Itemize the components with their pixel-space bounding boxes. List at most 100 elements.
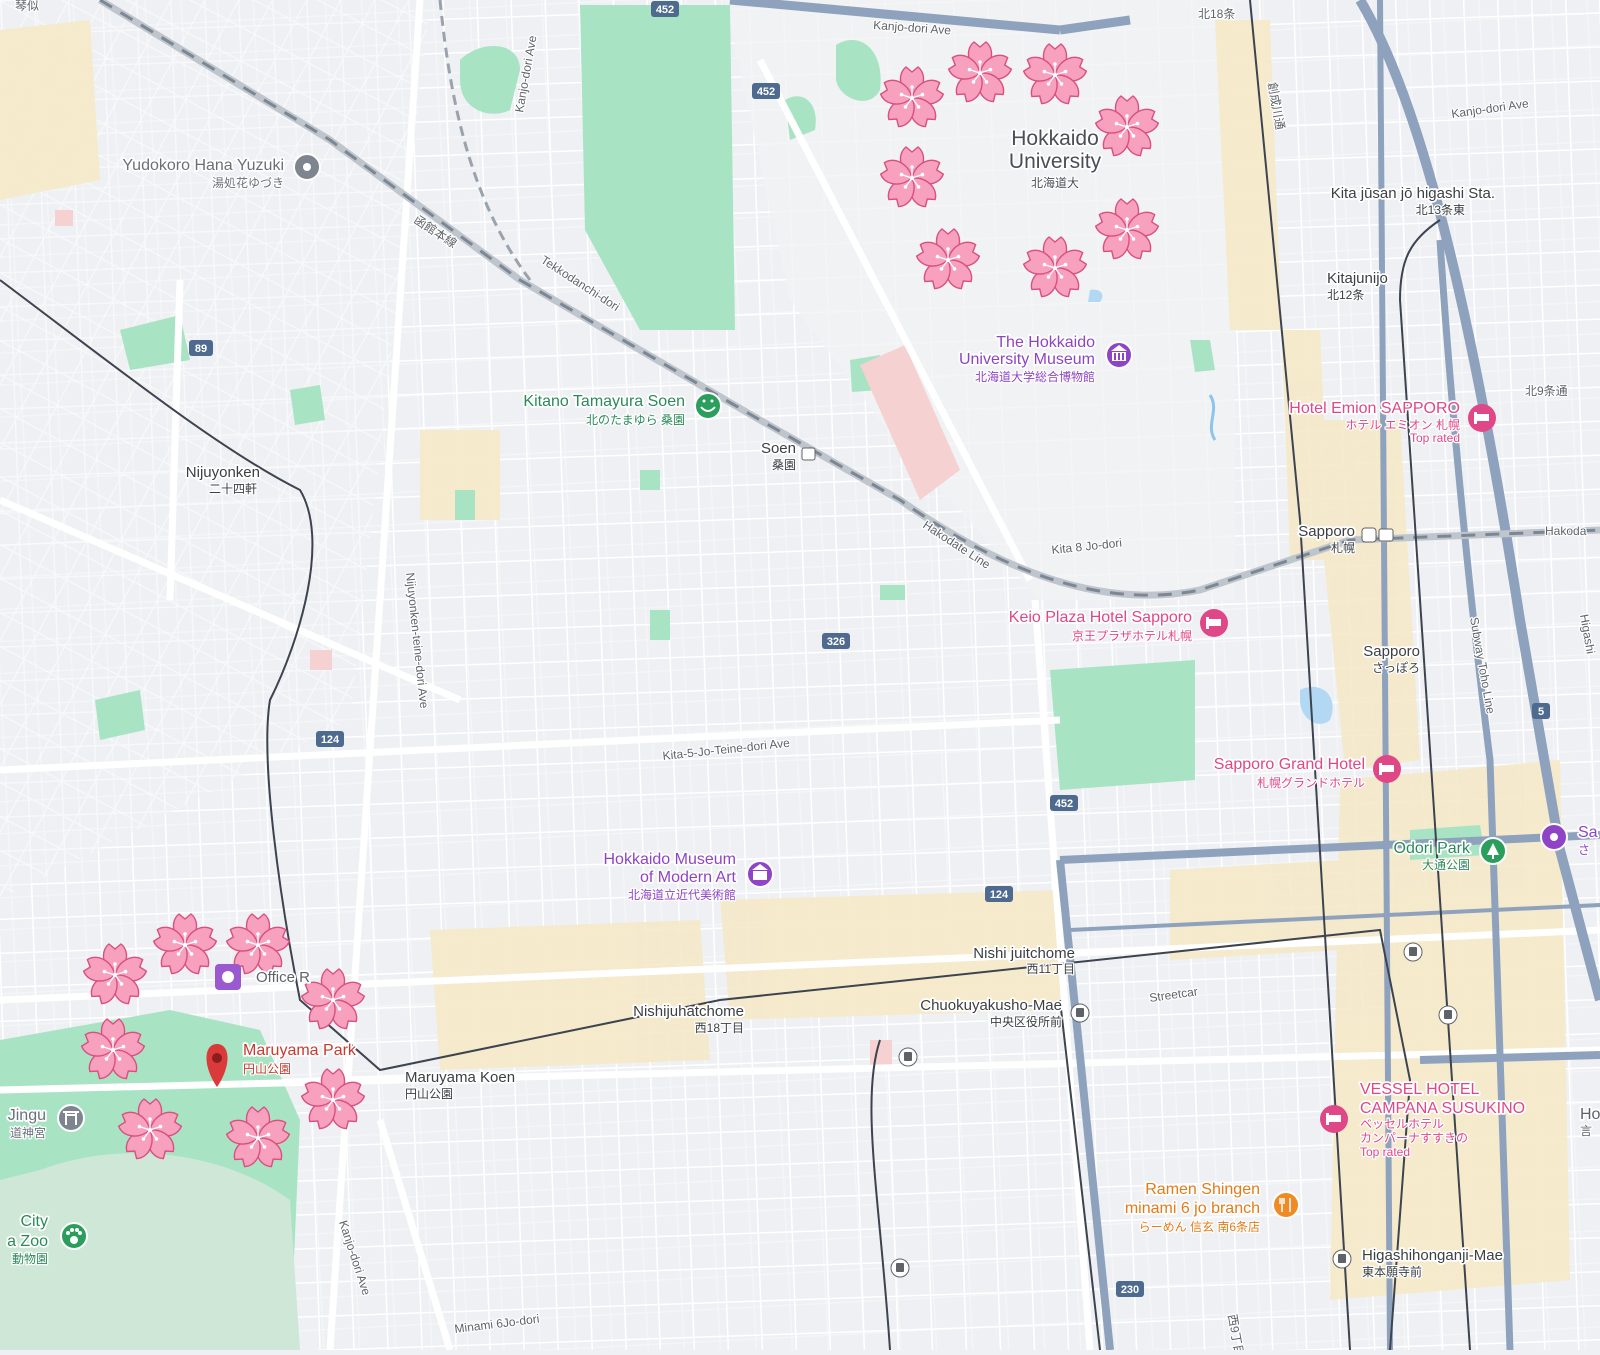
svg-text:452: 452 [656, 4, 674, 16]
svg-text:CAMPANA SUSUKINO: CAMPANA SUSUKINO [1360, 1100, 1525, 1117]
street-label: 北9条通 [1525, 384, 1568, 398]
svg-text:Nishijuhatchome: Nishijuhatchome [633, 1003, 744, 1020]
tram-icon[interactable] [1070, 1003, 1090, 1023]
route-shield: 5 [1532, 703, 1550, 719]
street-label: 琴似 [15, 0, 39, 13]
svg-text:Kita jūsan jō higashi Sta.: Kita jūsan jō higashi Sta. [1331, 185, 1495, 202]
top-rated-badge: Top rated [1360, 1145, 1410, 1159]
svg-text:VESSEL HOTEL: VESSEL HOTEL [1360, 1081, 1480, 1098]
svg-text:Hotel Emion SAPPORO: Hotel Emion SAPPORO [1289, 400, 1460, 417]
map-canvas[interactable]: 452 452 89 326 124 452 124 5 230 Kanjo-d… [0, 0, 1600, 1355]
svg-text:Odori Park: Odori Park [1394, 840, 1471, 857]
svg-text:西11丁目: 西11丁目 [1027, 962, 1075, 976]
svg-text:東本願寺前: 東本願寺前 [1362, 1264, 1422, 1279]
svg-text:University Museum: University Museum [959, 351, 1095, 368]
svg-text:326: 326 [827, 636, 845, 648]
svg-text:動物園: 動物園 [12, 1252, 48, 1266]
svg-text:ホテル エミオン 札幌: ホテル エミオン 札幌 [1345, 417, 1460, 432]
svg-text:カンパーナすすきの: カンパーナすすきの [1360, 1131, 1468, 1145]
street-label: 北18条 [1198, 7, 1235, 21]
tram-icon[interactable] [890, 1258, 910, 1278]
svg-text:北12条: 北12条 [1327, 288, 1364, 302]
route-shield: 124 [985, 886, 1013, 902]
tram-icon[interactable] [1438, 1005, 1458, 1025]
svg-text:言: 言 [1580, 1124, 1592, 1138]
hotel-icon[interactable] [1468, 404, 1496, 432]
svg-text:Hokkaido Museum: Hokkaido Museum [604, 851, 737, 868]
svg-text:Jingu: Jingu [8, 1107, 46, 1124]
svg-text:Maruyama Park: Maruyama Park [243, 1042, 357, 1059]
svg-text:札幌: 札幌 [1331, 540, 1355, 555]
hotel-icon[interactable] [1200, 609, 1228, 637]
route-shield: 452 [651, 1, 679, 17]
svg-text:大通公園: 大通公園 [1422, 858, 1470, 872]
svg-text:札幌グランドホテル: 札幌グランドホテル [1257, 775, 1365, 790]
place-name-jp: 北海道大 [1031, 175, 1079, 190]
map-view[interactable]: 452 452 89 326 124 452 124 5 230 Kanjo-d… [0, 0, 1600, 1355]
svg-text:ベッセルホテル: ベッセルホテル [1360, 1117, 1444, 1131]
station-sapporo-subway[interactable]: Sapporo さっぽろ [1362, 641, 1422, 676]
svg-text:さ: さ [1578, 843, 1590, 857]
svg-text:Sapporo: Sapporo [1363, 643, 1420, 660]
restaurant-icon[interactable] [1272, 1191, 1300, 1219]
svg-text:西18丁目: 西18丁目 [695, 1021, 744, 1035]
route-shield: 326 [822, 633, 850, 649]
svg-text:230: 230 [1121, 1284, 1139, 1296]
svg-text:Chuokuyakusho-Mae: Chuokuyakusho-Mae [920, 997, 1062, 1014]
svg-text:City: City [20, 1213, 48, 1230]
tram-icon[interactable] [898, 1047, 918, 1067]
svg-text:452: 452 [757, 86, 775, 98]
route-shield: 230 [1116, 1281, 1144, 1297]
tram-icon[interactable] [1403, 942, 1423, 962]
place-name: University [1009, 150, 1102, 173]
svg-text:北海道立近代美術館: 北海道立近代美術館 [628, 887, 736, 902]
svg-text:らーめん 信玄 南6条店: らーめん 信玄 南6条店 [1139, 1219, 1260, 1234]
svg-text:Keio Plaza Hotel Sapporo: Keio Plaza Hotel Sapporo [1009, 609, 1192, 626]
route-shield: 452 [752, 83, 780, 99]
svg-text:Sa: Sa [1578, 824, 1598, 841]
svg-text:Kitano Tamayura Soen: Kitano Tamayura Soen [523, 393, 685, 410]
svg-text:湯処花ゆづき: 湯処花ゆづき [212, 175, 284, 190]
svg-text:円山公園: 円山公園 [243, 1062, 291, 1076]
street-label: Hakoda [1545, 524, 1587, 538]
svg-text:円山公園: 円山公園 [405, 1087, 453, 1101]
svg-text:京王プラザホテル札幌: 京王プラザホテル札幌 [1072, 628, 1192, 643]
attraction-icon[interactable] [1540, 823, 1568, 851]
svg-text:北13条東: 北13条東 [1416, 203, 1465, 217]
museum-icon[interactable] [746, 860, 774, 888]
svg-text:The Hokkaido: The Hokkaido [996, 334, 1095, 351]
svg-text:Soen: Soen [761, 440, 796, 457]
route-shield: 89 [189, 340, 213, 356]
tram-icon[interactable] [1332, 1249, 1352, 1269]
svg-text:北海道大学総合博物館: 北海道大学総合博物館 [975, 369, 1095, 384]
office-icon[interactable] [215, 964, 241, 990]
svg-text:北のたまゆら 桑園: 北のたまゆら 桑園 [586, 413, 685, 427]
museum-icon[interactable] [1105, 341, 1133, 369]
spa-icon[interactable] [694, 392, 722, 420]
svg-text:Sapporo: Sapporo [1298, 523, 1355, 540]
svg-text:二十四軒: 二十四軒 [209, 482, 257, 496]
route-shield: 452 [1050, 795, 1078, 811]
svg-text:Ho: Ho [1580, 1106, 1600, 1123]
svg-text:Office R: Office R [256, 969, 310, 986]
svg-text:89: 89 [195, 343, 207, 355]
hotel-icon[interactable] [1320, 1105, 1348, 1133]
train-icon[interactable] [801, 447, 816, 461]
svg-text:5: 5 [1538, 706, 1544, 718]
svg-text:452: 452 [1055, 798, 1073, 810]
svg-text:minami 6 jo branch: minami 6 jo branch [1125, 1200, 1260, 1217]
tree-icon[interactable] [1479, 837, 1507, 865]
svg-text:124: 124 [321, 734, 340, 746]
svg-text:124: 124 [990, 889, 1009, 901]
svg-text:Kitajunijo: Kitajunijo [1327, 270, 1388, 287]
svg-text:a Zoo: a Zoo [7, 1233, 48, 1250]
paw-icon[interactable] [60, 1222, 88, 1250]
place-name: Hokkaido [1011, 127, 1099, 150]
route-shield: 124 [316, 731, 344, 747]
shrine-icon[interactable] [57, 1104, 85, 1132]
hotel-icon[interactable] [1373, 755, 1401, 783]
svg-text:Nijuyonken: Nijuyonken [186, 464, 260, 481]
svg-text:桑園: 桑園 [772, 458, 796, 472]
location-dot-icon[interactable] [293, 153, 321, 181]
svg-text:Higashihonganji-Mae: Higashihonganji-Mae [1362, 1247, 1503, 1264]
